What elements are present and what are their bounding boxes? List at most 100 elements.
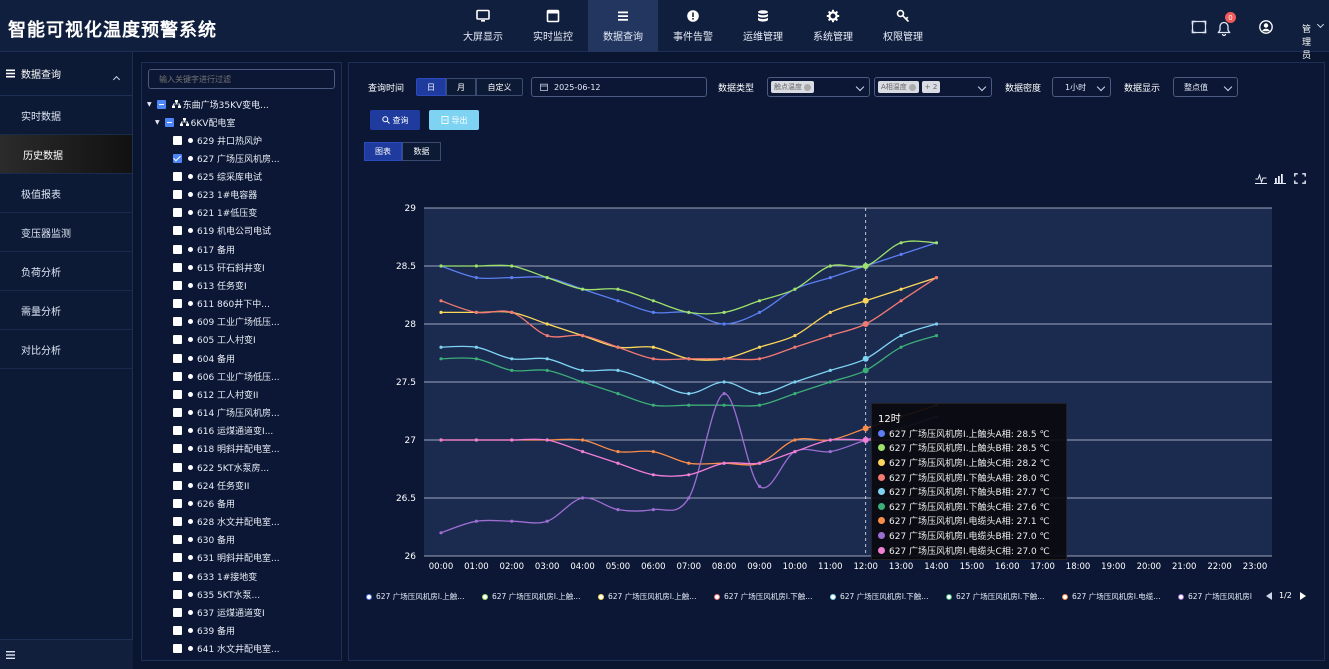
tree-checkbox[interactable] bbox=[173, 244, 182, 254]
tree-leaf-node[interactable]: 621 1#低压变 bbox=[173, 204, 257, 222]
tree-filter-input[interactable] bbox=[148, 69, 335, 89]
tree-checkbox[interactable] bbox=[173, 389, 182, 399]
tree-checkbox[interactable] bbox=[173, 480, 182, 490]
chevron-down-icon[interactable] bbox=[1316, 20, 1325, 29]
sidebar-section-header[interactable]: 数据查询 bbox=[0, 52, 132, 96]
nav-alerts[interactable]: 事件告警 bbox=[658, 0, 728, 52]
tree-leaf-node[interactable]: 604 备用 bbox=[173, 349, 235, 367]
data-type-select[interactable]: 触点温度 bbox=[767, 77, 870, 97]
sidebar-item-compare[interactable]: 对比分析 bbox=[0, 330, 132, 369]
sidebar-collapse[interactable] bbox=[0, 639, 133, 669]
tree-leaf-node[interactable]: 629 井口热风炉 bbox=[173, 131, 262, 149]
tag-close-icon[interactable] bbox=[804, 83, 811, 91]
nav-ops[interactable]: 运维管理 bbox=[728, 0, 798, 52]
user-avatar-icon[interactable] bbox=[1259, 20, 1273, 34]
legend-item[interactable]: 627 广场压风机房I.上触... bbox=[482, 591, 580, 602]
tree-leaf-node[interactable]: 622 5KT水泵房... bbox=[173, 458, 269, 476]
tree-checkbox[interactable] bbox=[173, 571, 182, 581]
chart-fullscreen-icon[interactable] bbox=[1294, 173, 1306, 184]
tree-checkbox[interactable] bbox=[173, 535, 182, 545]
tree-checkbox[interactable] bbox=[173, 135, 182, 145]
nav-realtime[interactable]: 实时监控 bbox=[518, 0, 588, 52]
tree-checkbox[interactable] bbox=[173, 317, 182, 327]
tree-checkbox[interactable] bbox=[173, 444, 182, 454]
tree-checkbox[interactable] bbox=[173, 462, 182, 472]
tree-leaf-node[interactable]: 615 矸石斜井变I bbox=[173, 258, 265, 276]
legend-item[interactable]: 627 广场压风机房I bbox=[1178, 591, 1252, 602]
phase-tag[interactable]: A相温度 bbox=[878, 81, 919, 93]
tree-leaf-node[interactable]: 611 860井下中... bbox=[173, 295, 270, 313]
nav-system[interactable]: 系统管理 bbox=[798, 0, 868, 52]
tree-checkbox[interactable] bbox=[173, 408, 182, 418]
tree-leaf-node[interactable]: 612 工人村变II bbox=[173, 385, 258, 403]
tree-leaf-node[interactable]: 637 运煤通道变I bbox=[173, 603, 265, 621]
nav-big-screen[interactable]: 大屏显示 bbox=[448, 0, 518, 52]
tree-leaf-node[interactable]: 635 5KT水泵... bbox=[173, 585, 260, 603]
tree-leaf-node[interactable]: 617 备用 bbox=[173, 240, 235, 258]
caret-down-icon[interactable]: ▼ bbox=[155, 119, 160, 126]
tree-leaf-node[interactable]: 630 备用 bbox=[173, 531, 235, 549]
tree-leaf-node[interactable]: 639 备用 bbox=[173, 622, 235, 640]
sidebar-item-realtime[interactable]: 实时数据 bbox=[0, 96, 132, 135]
line-chart-toggle-icon[interactable] bbox=[1255, 173, 1267, 184]
time-mode-month[interactable]: 月 bbox=[446, 78, 476, 96]
nav-permissions[interactable]: 权限管理 bbox=[868, 0, 938, 52]
tree-checkbox[interactable] bbox=[173, 153, 182, 163]
tree-checkbox[interactable] bbox=[173, 553, 182, 563]
legend-item[interactable]: 627 广场压风机房I.下触... bbox=[830, 591, 928, 602]
legend-item[interactable]: 627 广场压风机房I.电缆... bbox=[1062, 591, 1160, 602]
tree-leaf-node[interactable]: 619 机电公司电试 bbox=[173, 222, 271, 240]
tree-leaf-node[interactable]: 641 水文井配电室... bbox=[173, 640, 280, 658]
tree-leaf-node[interactable]: 616 运煤通道变I... bbox=[173, 422, 273, 440]
date-picker[interactable]: 2025-06-12 bbox=[531, 77, 707, 97]
notification-bell[interactable]: 0 bbox=[1217, 12, 1236, 37]
tree-root-node[interactable]: ▼ 东曲广场35KV变电... bbox=[147, 95, 269, 113]
tree-checkbox[interactable] bbox=[173, 353, 182, 363]
legend-item[interactable]: 627 广场压风机房I.下触... bbox=[714, 591, 812, 602]
bar-chart-toggle-icon[interactable] bbox=[1274, 173, 1286, 184]
tree-checkbox[interactable] bbox=[173, 371, 182, 381]
tree-leaf-node[interactable]: 623 1#电容器 bbox=[173, 186, 257, 204]
tree-checkbox[interactable] bbox=[173, 262, 182, 272]
tree-checkbox[interactable] bbox=[173, 208, 182, 218]
export-button[interactable]: 导出 bbox=[429, 110, 479, 130]
tree-leaf-node[interactable]: 605 工人村变I bbox=[173, 331, 256, 349]
caret-down-icon[interactable]: ▼ bbox=[147, 101, 152, 108]
tree-checkbox[interactable] bbox=[173, 589, 182, 599]
tree-checkbox[interactable] bbox=[173, 517, 182, 527]
tab-chart[interactable]: 图表 bbox=[364, 142, 402, 161]
tree-checkbox[interactable] bbox=[173, 607, 182, 617]
tree-leaf-node[interactable]: 633 1#接地变 bbox=[173, 567, 257, 585]
sidebar-item-history[interactable]: 历史数据 bbox=[0, 135, 132, 174]
nav-data-query[interactable]: 数据查询 bbox=[588, 0, 658, 52]
tree-checkbox[interactable] bbox=[173, 280, 182, 290]
tree-checkbox[interactable] bbox=[173, 335, 182, 345]
legend-item[interactable]: 627 广场压风机房I.上触... bbox=[598, 591, 696, 602]
tree-leaf-node[interactable]: 626 备用 bbox=[173, 494, 235, 512]
sidebar-item-demand[interactable]: 需量分析 bbox=[0, 291, 132, 330]
fullscreen-icon[interactable] bbox=[1191, 20, 1207, 34]
tree-sub-node[interactable]: ▼ 6KV配电室 bbox=[155, 113, 235, 131]
tree-checkbox[interactable] bbox=[156, 99, 166, 109]
legend-prev-icon[interactable] bbox=[1266, 592, 1272, 600]
phase-select[interactable]: A相温度 + 2 bbox=[874, 77, 992, 97]
tree-leaf-node[interactable]: 631 明斜井配电室... bbox=[173, 549, 280, 567]
tree-checkbox[interactable] bbox=[173, 226, 182, 236]
user-name[interactable]: 管理员 bbox=[1302, 22, 1311, 61]
tag-close-icon[interactable] bbox=[908, 83, 916, 91]
legend-item[interactable]: 627 广场压风机房I.上触... bbox=[366, 591, 464, 602]
sidebar-item-transformer[interactable]: 变压器监测 bbox=[0, 213, 132, 252]
tree-leaf-node[interactable]: 613 任务变I bbox=[173, 276, 247, 294]
tree-leaf-node[interactable]: 628 水文井配电室... bbox=[173, 513, 280, 531]
tree-leaf-node[interactable]: 606 工业广场低压... bbox=[173, 367, 280, 385]
legend-item[interactable]: 627 广场压风机房I.下触... bbox=[946, 591, 1044, 602]
legend-next-icon[interactable] bbox=[1300, 592, 1306, 600]
tree-checkbox[interactable] bbox=[173, 299, 182, 309]
query-button[interactable]: 查询 bbox=[370, 110, 420, 130]
tree-leaf-node[interactable]: 624 任务变II bbox=[173, 476, 249, 494]
tree-leaf-node[interactable]: 618 明斜井配电室... bbox=[173, 440, 280, 458]
data-type-tag[interactable]: 触点温度 bbox=[771, 81, 814, 93]
tree-leaf-node[interactable]: 625 综采库电试 bbox=[173, 167, 262, 185]
tree-checkbox[interactable] bbox=[164, 117, 174, 127]
display-select[interactable]: 整点值 bbox=[1173, 77, 1238, 97]
